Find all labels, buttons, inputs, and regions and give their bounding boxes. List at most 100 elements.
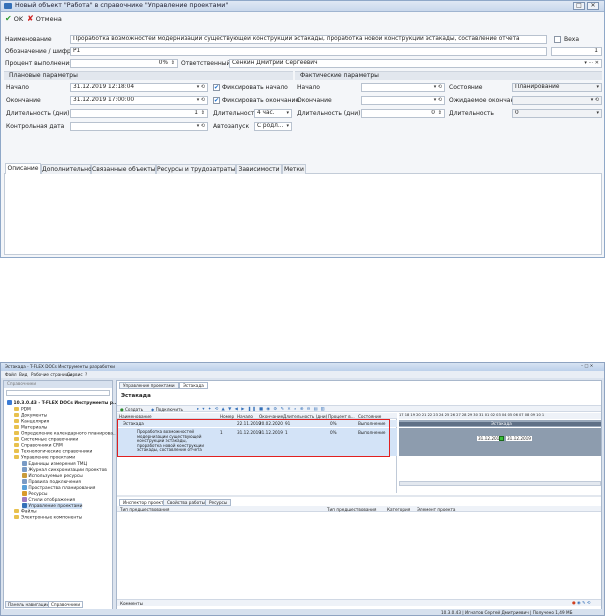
splitter[interactable] <box>117 495 601 497</box>
gantt-scrollbar[interactable] <box>399 481 601 486</box>
nav-footer-tab-refs[interactable]: Справочники <box>48 601 84 608</box>
calendar-dropdown-icon[interactable]: ▾ ⟲ <box>197 97 205 104</box>
end-date-field[interactable]: 31.12.2019 17:00:00 ▾ ⟲ <box>70 96 208 105</box>
actual-duration-label: Длительность (дни) <box>297 110 361 117</box>
calendar-dropdown-icon[interactable]: ▾ ⟲ <box>434 97 442 104</box>
gantt-task-bar[interactable] <box>499 436 504 441</box>
app-title: Эстакада - T-FLEX DOCs Инструменты разра… <box>5 364 115 369</box>
chevron-down-icon[interactable]: ▾ <box>596 84 599 91</box>
planned-section-header: Плановые параметры <box>4 71 293 80</box>
nav-search-input[interactable] <box>6 390 110 396</box>
tab-dependencies[interactable]: Зависимости <box>236 164 282 174</box>
spinner-icon[interactable]: ⇕ <box>438 110 442 117</box>
chevron-down-icon[interactable]: ▾ <box>596 110 599 117</box>
app-title-bar[interactable]: Эстакада - T-FLEX DOCs Инструменты разра… <box>1 363 604 371</box>
responsible-label: Ответственный <box>181 60 231 67</box>
description-panel[interactable] <box>4 173 602 255</box>
spinner-icon[interactable]: ⇕ <box>201 110 205 117</box>
col-number[interactable]: Номер <box>220 414 234 419</box>
col-predecessor-type-2[interactable]: Тип предшествования <box>327 507 376 512</box>
milestone-checkbox[interactable] <box>554 36 561 43</box>
start-label: Начало <box>6 84 29 91</box>
app-window: Эстакада - T-FLEX DOCs Инструменты разра… <box>0 362 605 616</box>
autostart-field[interactable]: С родл... ▾ <box>254 122 292 131</box>
menu-service[interactable]: Сервис <box>67 372 83 377</box>
menu-bar: Файл Вид Рабочие страницы Сервис ? <box>1 371 604 378</box>
main-area: Управление проектами Эстакада Эстакада ●… <box>116 380 602 610</box>
responsible-field[interactable]: Сенкин Дмитрий Сергеевич ▾ ··· ✕ <box>229 59 602 68</box>
fix-end-label: Фиксировать окончание <box>222 97 300 104</box>
col-name[interactable]: Наименование <box>119 414 152 419</box>
state-field[interactable]: Планирование ▾ <box>512 83 602 92</box>
actual-section-header: Фактические параметры <box>295 71 602 80</box>
col-percent[interactable]: Процент в... <box>328 414 355 419</box>
maximize-button[interactable]: □ <box>573 2 585 10</box>
tree-root[interactable]: 10.3.0.43 - T-FLEX DOCs Инструменты р... <box>7 400 118 406</box>
calendar-dropdown-icon[interactable]: ▾ ⟲ <box>197 84 205 91</box>
fix-end-checkbox[interactable]: ✔ <box>213 97 220 104</box>
calendar-dropdown-icon[interactable]: ▾ ⟲ <box>434 84 442 91</box>
chevron-down-icon[interactable]: ▾ <box>286 123 289 130</box>
start-date-field[interactable]: 31.12.2019 12:18:04 ▾ ⟲ <box>70 83 208 92</box>
name-label: Наименование <box>5 36 52 43</box>
col-category[interactable]: Категория <box>387 507 410 512</box>
toolbar-icons[interactable]: ▸ ▾ ✦ ⟲ ▲ ▼ ◀ ▶ ❚❚ ■ ◉ ⚙ ✎ ✕ ⌕ ⊕ ⊖ ▤ ▥ <box>197 406 326 411</box>
doc-tab-projects[interactable]: Управление проектами <box>119 382 179 389</box>
gantt-date-header: 17 18 19 20 21 22 23 24 25 26 27 28 29 3… <box>399 413 601 419</box>
work-dialog: Новый объект "Работа" в справочнике "Упр… <box>0 0 605 258</box>
col-end[interactable]: Окончание <box>259 414 283 419</box>
name-field[interactable]: Проработка возможностей модернизации сущ… <box>70 35 547 44</box>
tab-additional[interactable]: Дополнительно <box>41 164 92 174</box>
tab-related-objects[interactable]: Связанные объекты <box>91 164 156 174</box>
dialog-title-bar[interactable]: Новый объект "Работа" в справочнике "Упр… <box>1 1 604 12</box>
actual-start-field[interactable]: ▾ ⟲ <box>361 83 445 92</box>
col-start[interactable]: Начало <box>237 414 253 419</box>
menu-file[interactable]: Файл <box>5 372 17 377</box>
nav-footer-tab[interactable]: Панель навигации <box>5 601 53 608</box>
comments-actions-icon[interactable]: ● ◉ ✎ ⟲ <box>572 600 590 605</box>
actual-duration2-field[interactable]: 0 ▾ <box>512 109 602 118</box>
percent-field[interactable]: 0% ⇕ <box>70 59 178 68</box>
menu-view[interactable]: Вид <box>19 372 28 377</box>
bottom-grid-header: Тип предшествования Тип предшествования … <box>117 506 601 512</box>
status-text: 10.3.0.43 | Игнатов Сергей Дмитриевич | … <box>441 609 573 615</box>
chevron-down-icon[interactable]: ▾ <box>286 110 289 117</box>
actual-duration-field[interactable]: 0 ⇕ <box>361 109 445 118</box>
tab-bottom-resources[interactable]: Ресурсы <box>205 499 232 506</box>
ok-button[interactable]: ✔ OK <box>5 14 23 25</box>
duration-field[interactable]: 1 ⇕ <box>70 109 208 118</box>
col-duration[interactable]: Длительность (дни) <box>283 414 327 419</box>
actual-end-field[interactable]: ▾ ⟲ <box>361 96 445 105</box>
close-button[interactable]: ✕ <box>587 2 599 10</box>
percent-label: Процент выполнения <box>5 60 73 67</box>
calendar-dropdown-icon[interactable]: ▾ ⟲ <box>591 97 599 104</box>
calendar-dropdown-icon[interactable]: ▾ ⟲ <box>197 123 205 130</box>
window-controls-icon[interactable]: – □ ✕ <box>581 363 593 368</box>
page-title: Эстакада <box>121 393 151 399</box>
code-field[interactable]: P1 <box>70 47 547 56</box>
code-number-field[interactable]: 1 <box>551 47 602 56</box>
create-button[interactable]: ● Создать <box>120 407 143 412</box>
responsible-actions-icon[interactable]: ▾ ··· ✕ <box>584 60 599 67</box>
doc-tab-estakada[interactable]: Эстакада <box>179 382 208 389</box>
menu-help[interactable]: ? <box>85 372 87 377</box>
duration2-field[interactable]: 4 час. ▾ <box>254 109 292 118</box>
tree-item[interactable]: Электронные компоненты <box>14 515 82 521</box>
control-date-field[interactable]: ▾ ⟲ <box>70 122 208 131</box>
menu-workpages[interactable]: Рабочие страницы <box>31 372 72 377</box>
spinner-icon[interactable]: ⇕ <box>171 60 175 67</box>
expected-end-field[interactable]: ▾ ⟲ <box>512 96 602 105</box>
code-label: Обозначение / шифр <box>5 48 71 55</box>
cancel-button[interactable]: ✘ Отмена <box>27 14 62 25</box>
tab-description[interactable]: Описание <box>5 163 41 174</box>
tab-tags[interactable]: Метки <box>282 164 306 174</box>
dialog-title: Новый объект "Работа" в справочнике "Упр… <box>15 2 229 9</box>
gantt-end-date: 31.12.2019 <box>506 436 532 441</box>
col-state[interactable]: Состояние <box>358 414 381 419</box>
col-project-element[interactable]: Элемент проекта <box>417 507 456 512</box>
fix-start-checkbox[interactable]: ✔ <box>213 84 220 91</box>
connect-button[interactable]: ◆ Подключить <box>151 407 183 412</box>
tab-resources[interactable]: Ресурсы и трудозатраты <box>156 164 236 174</box>
col-predecessor-type[interactable]: Тип предшествования <box>120 507 169 512</box>
tab-work-properties[interactable]: Свойства работы <box>163 499 209 506</box>
